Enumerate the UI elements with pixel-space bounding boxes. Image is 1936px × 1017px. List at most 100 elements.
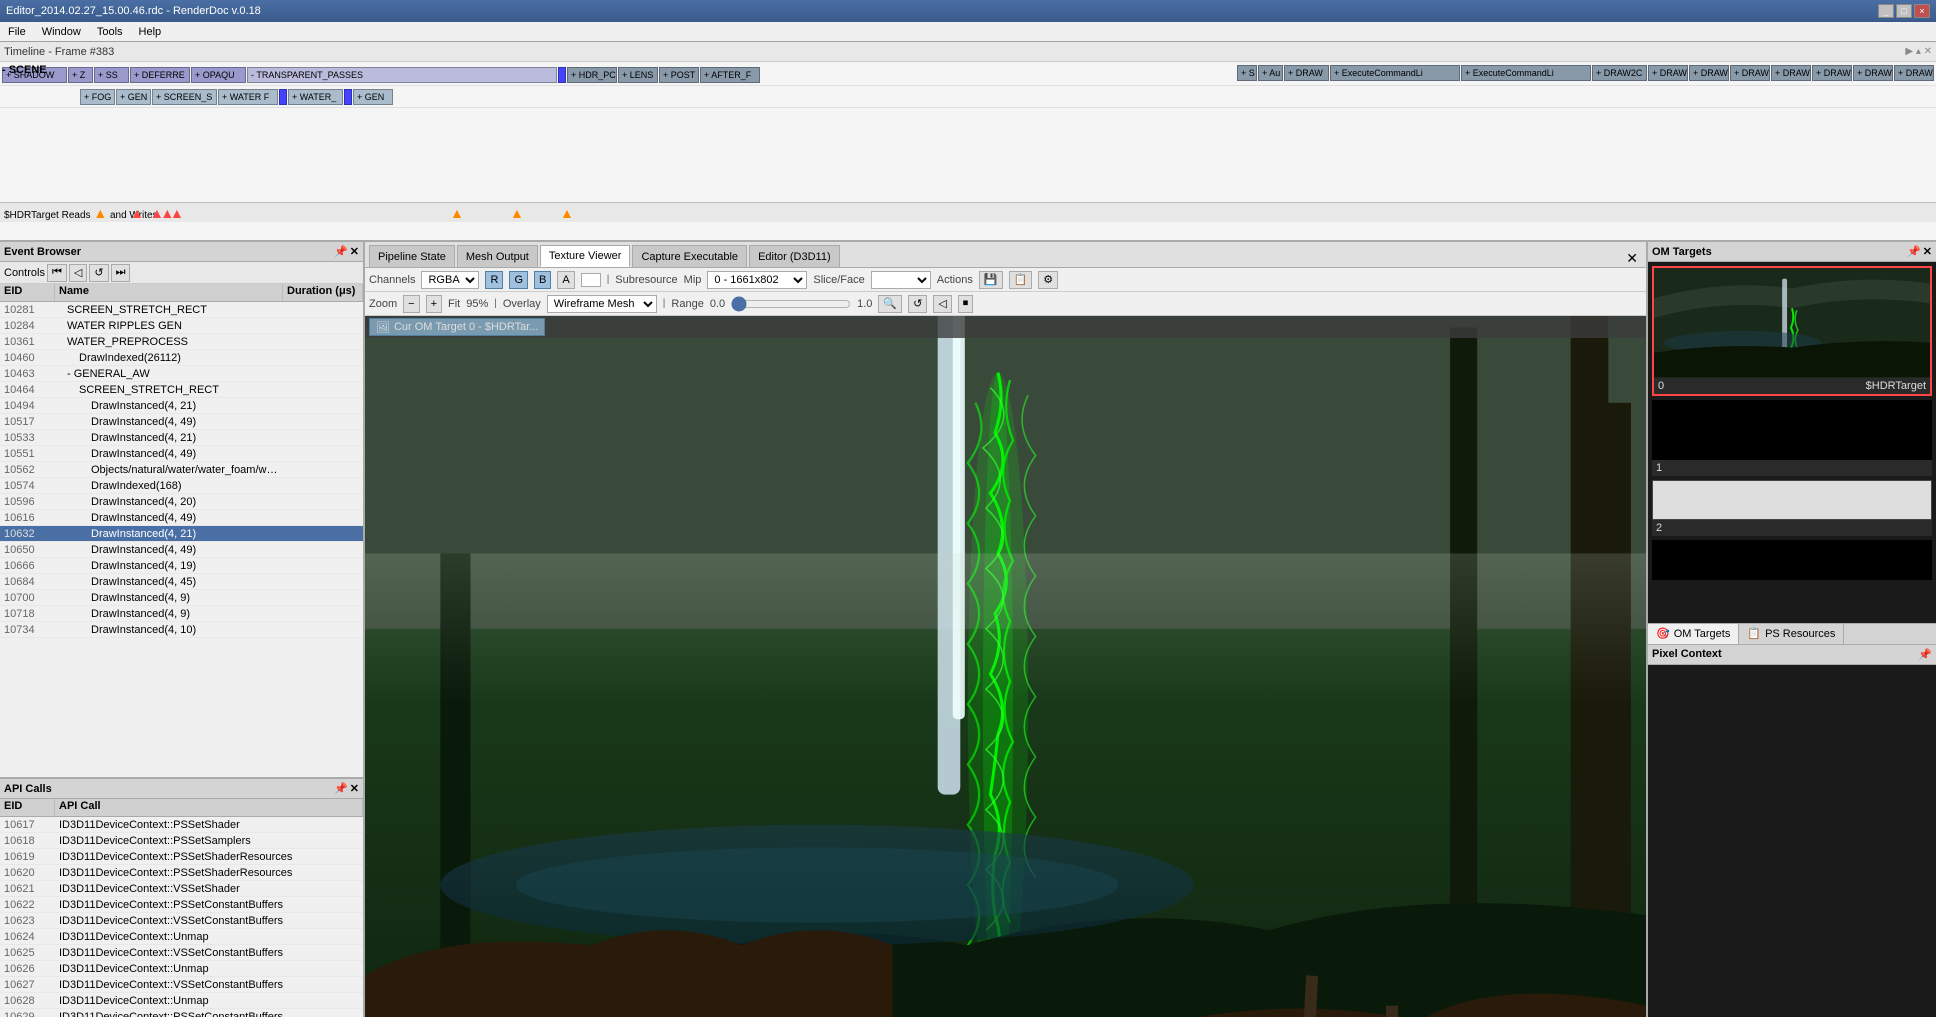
channel-b-button[interactable]: B bbox=[534, 271, 551, 289]
api-row[interactable]: 10623 ID3D11DeviceContext::VSSetConstant… bbox=[0, 913, 363, 929]
timeline-block-afterf[interactable]: + AFTER_F bbox=[700, 67, 760, 83]
event-row[interactable]: 10574 DrawIndexed(168) bbox=[0, 478, 363, 494]
tab-capture-executable[interactable]: Capture Executable bbox=[632, 245, 747, 267]
event-row[interactable]: 10616 DrawInstanced(4, 49) bbox=[0, 510, 363, 526]
event-row[interactable]: 10666 DrawInstanced(4, 19) bbox=[0, 558, 363, 574]
options-texture-button[interactable]: ⚙ bbox=[1038, 271, 1058, 289]
timeline-block-gen1[interactable]: + GEN bbox=[116, 89, 151, 105]
event-row[interactable]: 10460 DrawIndexed(26112) bbox=[0, 350, 363, 366]
event-next-button[interactable]: ⏭ bbox=[111, 264, 131, 282]
close-button[interactable]: × bbox=[1914, 4, 1930, 18]
om-target-item-1[interactable]: 1 bbox=[1652, 400, 1932, 476]
event-row[interactable]: 10718 DrawInstanced(4, 9) bbox=[0, 606, 363, 622]
timeline-block-exec1[interactable]: + ExecuteCommandLi bbox=[1330, 65, 1460, 81]
channel-g-button[interactable]: G bbox=[509, 271, 528, 289]
api-row[interactable]: 10620 ID3D11DeviceContext::PSSetShaderRe… bbox=[0, 865, 363, 881]
timeline-block-transparent[interactable]: - TRANSPARENT_PASSES bbox=[247, 67, 557, 83]
api-row[interactable]: 10629 ID3D11DeviceContext::PSSetConstant… bbox=[0, 1009, 363, 1017]
event-row[interactable]: 10650 DrawInstanced(4, 49) bbox=[0, 542, 363, 558]
api-row[interactable]: 10625 ID3D11DeviceContext::VSSetConstant… bbox=[0, 945, 363, 961]
timeline-block-exec2[interactable]: + ExecuteCommandLi bbox=[1461, 65, 1591, 81]
maximize-button[interactable]: □ bbox=[1896, 4, 1912, 18]
tab-texture-viewer[interactable]: Texture Viewer bbox=[540, 245, 631, 267]
overlay-select[interactable]: Wireframe Mesh bbox=[547, 295, 657, 313]
tab-pipeline-state[interactable]: Pipeline State bbox=[369, 245, 455, 267]
timeline-block-draw7[interactable]: + DRAW bbox=[1812, 65, 1852, 81]
api-row[interactable]: 10626 ID3D11DeviceContext::Unmap bbox=[0, 961, 363, 977]
event-back-button[interactable]: ◁ bbox=[69, 264, 87, 282]
mip-select[interactable]: 0 - 1661x802 bbox=[707, 271, 807, 289]
event-row[interactable]: 10632 DrawInstanced(4, 21) bbox=[0, 526, 363, 542]
timeline-block-waterf[interactable]: + WATER F bbox=[218, 89, 278, 105]
api-row[interactable]: 10619 ID3D11DeviceContext::PSSetShaderRe… bbox=[0, 849, 363, 865]
viewport-tab-current[interactable]: 🖼 Cur OM Target 0 - $HDRTar... bbox=[369, 318, 545, 336]
api-row[interactable]: 10624 ID3D11DeviceContext::Unmap bbox=[0, 929, 363, 945]
timeline-block-s[interactable]: + S bbox=[1237, 65, 1257, 81]
event-row[interactable]: 10284 WATER RIPPLES GEN bbox=[0, 318, 363, 334]
event-row[interactable]: 10700 DrawInstanced(4, 9) bbox=[0, 590, 363, 606]
timeline-block-draw3[interactable]: + DRAW bbox=[1648, 65, 1688, 81]
api-row[interactable]: 10628 ID3D11DeviceContext::Unmap bbox=[0, 993, 363, 1009]
timeline-block-deferre[interactable]: + DEFERRE bbox=[130, 67, 190, 83]
timeline-block-water2[interactable]: + WATER_ bbox=[288, 89, 343, 105]
api-row[interactable]: 10627 ID3D11DeviceContext::VSSetConstant… bbox=[0, 977, 363, 993]
api-row[interactable]: 10622 ID3D11DeviceContext::PSSetConstant… bbox=[0, 897, 363, 913]
zoom-plus-button[interactable]: + bbox=[426, 295, 442, 313]
timeline-block-lens[interactable]: + LENS bbox=[618, 67, 658, 83]
timeline-block-hdr[interactable]: + HDR_PC bbox=[567, 67, 617, 83]
event-row[interactable]: 10562 Objects/natural/water/water_foam/w… bbox=[0, 462, 363, 478]
zoom-back-button[interactable]: ◁ bbox=[933, 295, 951, 313]
channels-select[interactable]: RGBA bbox=[421, 271, 479, 289]
event-row[interactable]: 10596 DrawInstanced(4, 20) bbox=[0, 494, 363, 510]
close-event-browser[interactable]: ✕ bbox=[350, 245, 359, 258]
timeline-block-draw2c[interactable]: + DRAW2C bbox=[1592, 65, 1647, 81]
event-row[interactable]: 10734 DrawInstanced(4, 10) bbox=[0, 622, 363, 638]
zoom-stop-button[interactable]: ⏹ bbox=[958, 295, 974, 313]
timeline-block-opaqu[interactable]: + OPAQU bbox=[191, 67, 246, 83]
api-row[interactable]: 10621 ID3D11DeviceContext::VSSetShader bbox=[0, 881, 363, 897]
minimize-button[interactable]: _ bbox=[1878, 4, 1894, 18]
close-om-panel[interactable]: ✕ bbox=[1923, 245, 1932, 258]
zoom-reset-button[interactable]: ↺ bbox=[908, 295, 927, 313]
om-target-item-3[interactable] bbox=[1652, 540, 1932, 580]
om-tab-targets[interactable]: 🎯 OM Targets bbox=[1648, 624, 1739, 644]
timeline-block-draw6[interactable]: + DRAW bbox=[1771, 65, 1811, 81]
close-api-panel[interactable]: ✕ bbox=[350, 782, 359, 795]
api-row[interactable]: 10618 ID3D11DeviceContext::PSSetSamplers bbox=[0, 833, 363, 849]
timeline-block-post[interactable]: + POST bbox=[659, 67, 699, 83]
event-refresh-button[interactable]: ↺ bbox=[89, 264, 108, 282]
timeline-block-au[interactable]: + Au bbox=[1258, 65, 1283, 81]
timeline-block-draw1[interactable]: + DRAW bbox=[1284, 65, 1329, 81]
save-texture-button[interactable]: 💾 bbox=[979, 271, 1003, 289]
timeline-block-draw5[interactable]: + DRAW bbox=[1730, 65, 1770, 81]
om-target-item-2[interactable]: 2 bbox=[1652, 480, 1932, 536]
event-row[interactable]: 10494 DrawInstanced(4, 21) bbox=[0, 398, 363, 414]
timeline-block-draw4[interactable]: + DRAW bbox=[1689, 65, 1729, 81]
timeline-block-ss[interactable]: + SS bbox=[94, 67, 129, 83]
event-row[interactable]: 10361 WATER_PREPROCESS bbox=[0, 334, 363, 350]
timeline-block-gen2[interactable]: + GEN bbox=[353, 89, 393, 105]
event-row[interactable]: 10464 SCREEN_STRETCH_RECT bbox=[0, 382, 363, 398]
om-tab-resources[interactable]: 📋 PS Resources bbox=[1739, 624, 1844, 644]
menu-help[interactable]: Help bbox=[135, 25, 166, 39]
om-target-item-0[interactable]: 0 $HDRTarget bbox=[1652, 266, 1932, 396]
copy-texture-button[interactable]: 📋 bbox=[1009, 271, 1033, 289]
api-row[interactable]: 10617 ID3D11DeviceContext::PSSetShader bbox=[0, 817, 363, 833]
menu-window[interactable]: Window bbox=[38, 25, 85, 39]
event-row[interactable]: 10551 DrawInstanced(4, 49) bbox=[0, 446, 363, 462]
event-row[interactable]: 10517 DrawInstanced(4, 49) bbox=[0, 414, 363, 430]
tab-editor-d3d11[interactable]: Editor (D3D11) bbox=[749, 245, 840, 267]
channel-a-button[interactable]: A bbox=[557, 271, 574, 289]
channel-r-button[interactable]: R bbox=[485, 271, 503, 289]
timeline-block-draw8[interactable]: + DRAW bbox=[1853, 65, 1893, 81]
zoom-minus-button[interactable]: − bbox=[403, 295, 419, 313]
close-texture-viewer[interactable]: ✕ bbox=[1626, 250, 1638, 267]
event-row[interactable]: 10281 SCREEN_STRETCH_RECT bbox=[0, 302, 363, 318]
event-row[interactable]: 10533 DrawInstanced(4, 21) bbox=[0, 430, 363, 446]
timeline-block-fog[interactable]: + FOG bbox=[80, 89, 115, 105]
tab-mesh-output[interactable]: Mesh Output bbox=[457, 245, 538, 267]
range-slider[interactable] bbox=[731, 297, 851, 311]
timeline-block-draw9[interactable]: + DRAW bbox=[1894, 65, 1934, 81]
event-row[interactable]: 10463 - GENERAL_AW bbox=[0, 366, 363, 382]
zoom-search-button[interactable]: 🔍 bbox=[878, 295, 902, 313]
